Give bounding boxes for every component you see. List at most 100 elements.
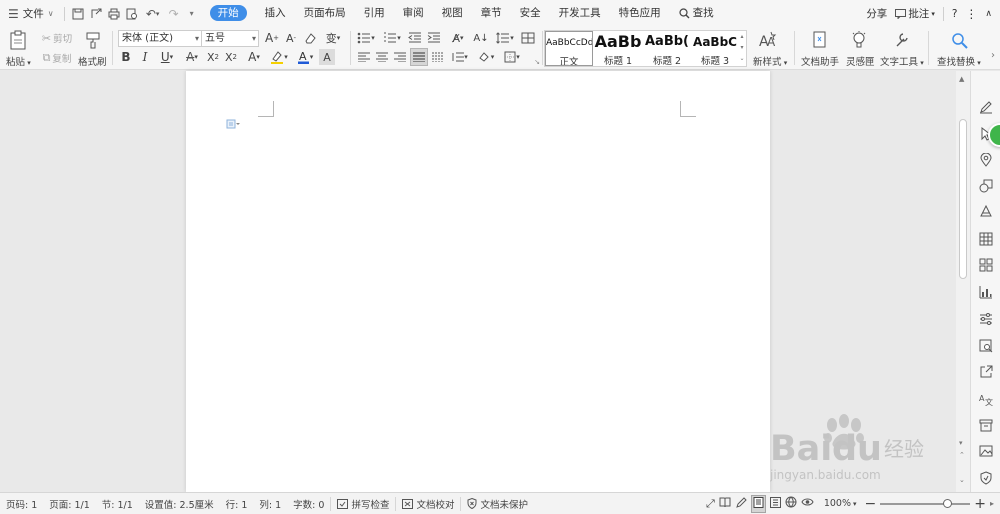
status-row[interactable]: 行: 1 [220, 497, 254, 511]
spell-check-button[interactable]: 拼写检查 [330, 496, 395, 511]
customize-toolbar-icon[interactable]: ▾ [183, 5, 201, 23]
collapse-ribbon-icon[interactable]: ∧ [985, 9, 992, 19]
more-icon[interactable]: ⋮ [965, 7, 977, 21]
style-normal[interactable]: AaBbCcDd 正文 [545, 31, 593, 66]
decrease-indent-icon[interactable] [407, 30, 423, 46]
grow-font-icon[interactable]: A + [264, 30, 280, 46]
styles-scroll[interactable]: ▴ ▾ ⌄ [738, 31, 746, 66]
tab-section[interactable]: 章节 [472, 0, 511, 27]
inspiration-button[interactable] [848, 29, 870, 51]
shield-icon[interactable] [978, 470, 994, 486]
vertical-scrollbar[interactable]: ▲ ▾ ⌃ ⌄ [956, 71, 970, 492]
phonetic-guide-icon[interactable]: 变 ▾ [322, 30, 344, 46]
comment-button[interactable]: 批注 ▾ [895, 6, 935, 21]
font-size-select[interactable]: 五号 ▾ [201, 30, 259, 47]
document-page[interactable] [186, 71, 770, 492]
line-spacing-icon[interactable]: ▾ [494, 30, 516, 46]
share-button[interactable]: 分享 [866, 6, 887, 21]
shrink-font-icon[interactable]: A- [283, 30, 299, 46]
pen-icon[interactable] [978, 99, 994, 115]
zoom-slider[interactable] [880, 498, 971, 510]
text-effect-icon[interactable]: A ▾ [243, 49, 265, 65]
help-button[interactable]: ? [952, 8, 958, 20]
scroll-right-icon[interactable]: ▸ [990, 499, 994, 508]
paragraph-spacing-icon[interactable]: ▾ [449, 49, 471, 65]
underline-icon[interactable]: U ▾ [155, 49, 179, 65]
font-color-icon[interactable]: A ▾ [294, 49, 316, 65]
numbered-list-icon[interactable]: ▾ [381, 30, 403, 46]
clear-format-icon[interactable] [302, 30, 318, 46]
sliders-icon[interactable] [978, 311, 994, 327]
tab-review[interactable]: 审阅 [394, 0, 433, 27]
scroll-up-icon[interactable]: ▲ [959, 75, 964, 83]
increase-indent-icon[interactable] [426, 30, 442, 46]
doc-proof-button[interactable]: 文档校对 [395, 496, 460, 511]
text-tools-label[interactable]: 文字工具 ▾ [880, 54, 924, 68]
align-left-icon[interactable] [356, 49, 372, 65]
tab-insert[interactable]: 插入 [256, 0, 295, 27]
apps-grid-icon[interactable] [978, 257, 994, 273]
tab-references[interactable]: 引用 [355, 0, 394, 27]
redo-icon[interactable]: ↷ [165, 5, 183, 23]
doc-assistant-button[interactable] [809, 29, 831, 51]
text-tools-button[interactable] [891, 29, 913, 51]
table-icon[interactable] [978, 231, 994, 247]
next-page-icon[interactable]: ⌄ [959, 476, 965, 484]
tab-home[interactable]: 开始 [201, 0, 256, 27]
find-replace-label[interactable]: 查找替换 ▾ [937, 54, 981, 68]
location-pin-icon[interactable] [978, 152, 994, 168]
status-section[interactable]: 节: 1/1 [96, 497, 139, 511]
protection-status[interactable]: 文档未保护 [460, 496, 534, 511]
format-painter-button[interactable] [82, 29, 104, 51]
highlight-icon[interactable]: ▾ [268, 49, 290, 65]
italic-icon[interactable]: I [137, 49, 153, 65]
ribbon-overflow-icon[interactable]: › [988, 47, 998, 63]
tab-developer[interactable]: 开发工具 [550, 0, 610, 27]
image-search-icon[interactable] [978, 338, 994, 354]
paragraph-options-icon[interactable] [226, 119, 240, 132]
status-page-number[interactable]: 页码: 1 [0, 497, 43, 511]
search-command[interactable]: 查找 [670, 0, 723, 27]
zoom-in-icon[interactable]: + [974, 496, 986, 512]
style-heading-3[interactable]: AaBbC 标题 3 [692, 31, 738, 66]
style-heading-2[interactable]: AaBb( 标题 2 [643, 31, 691, 66]
tab-security[interactable]: 安全 [511, 0, 550, 27]
status-word-count[interactable]: 字数: 0 [287, 497, 330, 511]
distribute-icon[interactable] [430, 49, 446, 65]
tab-page-layout[interactable]: 页面布局 [295, 0, 355, 27]
subscript-icon[interactable]: X2 [223, 49, 239, 65]
borders-icon[interactable]: ▾ [501, 49, 523, 65]
status-pages[interactable]: 页面: 1/1 [43, 497, 96, 511]
align-right-icon[interactable] [392, 49, 408, 65]
style-drop-icon[interactable] [978, 204, 994, 220]
paragraph-settings-icon[interactable]: ↘ [532, 57, 542, 67]
bullet-list-icon[interactable]: ▾ [355, 30, 377, 46]
undo-icon[interactable]: ↶ ▾ [141, 5, 165, 23]
eye-protection-icon[interactable] [801, 497, 814, 510]
bold-icon[interactable]: B [118, 49, 134, 65]
outline-view-icon[interactable] [769, 496, 781, 511]
copy-button[interactable]: ⧉ 复制 [38, 51, 76, 65]
archive-box-icon[interactable] [978, 417, 994, 433]
new-style-label[interactable]: 新样式 ▾ [753, 54, 787, 68]
shading-icon[interactable]: ▾ [475, 49, 497, 65]
new-style-button[interactable]: AA [757, 29, 779, 51]
prev-page-icon[interactable]: ⌃ [959, 451, 965, 459]
reading-mode-icon[interactable] [719, 497, 731, 511]
translate-icon[interactable]: A文 [978, 391, 994, 407]
save-icon[interactable] [69, 5, 87, 23]
shapes-icon[interactable] [978, 178, 994, 194]
page-view-icon[interactable] [750, 494, 766, 513]
bar-chart-icon[interactable] [978, 284, 994, 300]
paste-button[interactable] [6, 29, 30, 51]
cut-button[interactable]: ✂ 剪切 [38, 31, 76, 46]
status-setting-value[interactable]: 设置值: 2.5厘米 [139, 497, 220, 511]
zoom-out-icon[interactable]: − [865, 496, 877, 512]
tab-special-apps[interactable]: 特色应用 [610, 0, 670, 27]
justify-icon[interactable] [410, 48, 428, 66]
style-heading-1[interactable]: AaBb 标题 1 [594, 31, 642, 66]
scroll-down-icon[interactable]: ▾ [959, 439, 963, 447]
superscript-icon[interactable]: X2 [205, 49, 221, 65]
sort-icon[interactable]: A↓ [473, 30, 489, 46]
edit-pen-icon[interactable] [735, 496, 747, 511]
